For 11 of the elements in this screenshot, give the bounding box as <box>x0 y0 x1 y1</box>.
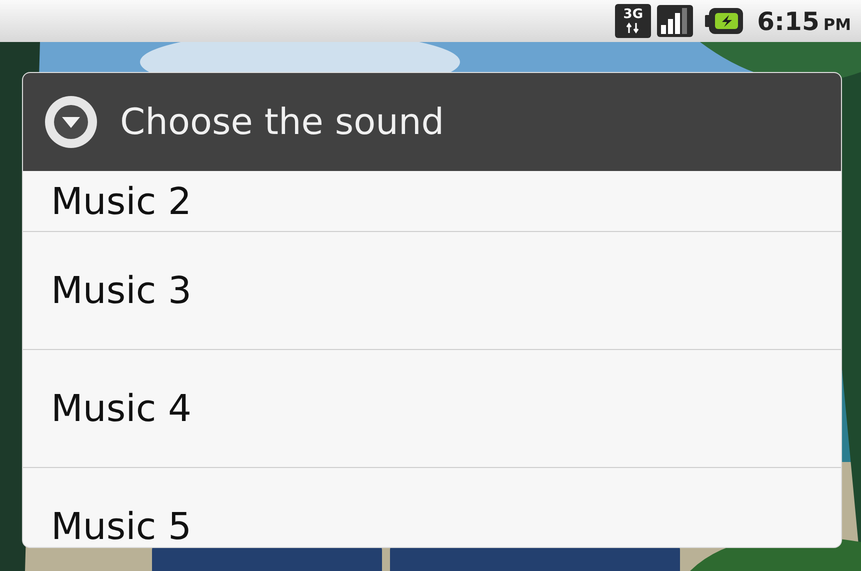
sound-list-item[interactable]: Music 2 <box>23 171 841 231</box>
battery-icon <box>705 8 744 34</box>
clock-time: 6:15 <box>757 6 820 36</box>
sound-list-item[interactable]: Music 3 <box>23 231 841 349</box>
dropdown-icon <box>44 95 98 149</box>
sound-list-item[interactable]: Music 5 <box>23 467 841 547</box>
sound-list-item[interactable]: Music 4 <box>23 349 841 467</box>
signal-icon <box>657 5 694 37</box>
clock-meridiem: PM <box>823 14 851 34</box>
network-icon: 3G <box>615 4 652 38</box>
dialog-title: Choose the sound <box>120 102 444 142</box>
